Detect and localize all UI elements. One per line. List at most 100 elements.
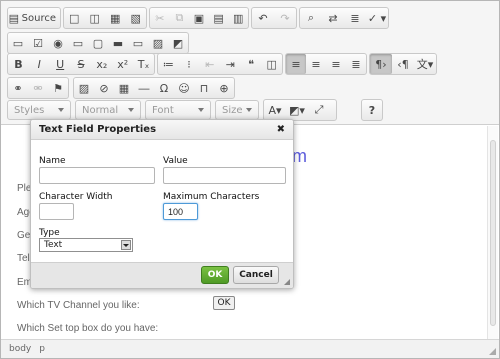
paste-word-icon[interactable]: ▥ (228, 8, 248, 28)
format-combo-label: Normal (82, 104, 119, 116)
hidden-field-icon[interactable]: ◩ (168, 33, 188, 53)
document-group: □ ◫ ▦ ▧ (63, 7, 147, 29)
unlink-icon[interactable]: ⚮ (28, 78, 48, 98)
checkbox-icon[interactable]: ☑ (28, 33, 48, 53)
copy-icon[interactable]: ⧉ (170, 8, 190, 28)
select-all-icon[interactable]: ≣ (344, 8, 366, 28)
remove-format-icon[interactable]: Tₓ (133, 54, 154, 74)
dialog-resize-icon[interactable] (284, 279, 290, 285)
help-button[interactable]: ? (362, 100, 382, 120)
ok-button[interactable]: OK (201, 266, 229, 284)
maximize-icon[interactable]: ⤢ (308, 100, 330, 120)
special-char-icon[interactable]: Ω (154, 78, 174, 98)
align-center-icon[interactable]: ≡ (306, 54, 326, 74)
blockquote-icon[interactable]: ❝ (241, 54, 262, 74)
underline-icon[interactable]: U (50, 54, 71, 74)
smiley-icon[interactable]: ☺ (174, 78, 194, 98)
ltr-icon[interactable]: ¶› (370, 54, 392, 74)
name-field[interactable] (39, 167, 155, 184)
chevron-down-icon (121, 240, 131, 250)
language-icon[interactable]: 文▾ (414, 54, 436, 74)
anchor-icon[interactable]: ⚑ (48, 78, 68, 98)
superscript-icon[interactable]: x² (112, 54, 133, 74)
bg-color-icon[interactable]: ◩▾ (286, 100, 308, 120)
link-icon[interactable]: ⚭ (8, 78, 28, 98)
text-field-icon[interactable]: ▭ (68, 33, 88, 53)
form-icon[interactable]: ▭ (8, 33, 28, 53)
chevron-down-icon (128, 108, 134, 112)
size-combo[interactable]: Size (215, 100, 259, 120)
cancel-button[interactable]: Cancel (233, 266, 279, 284)
type-label: Type (39, 228, 60, 238)
content-line: Ge (17, 230, 31, 241)
align-right-icon[interactable]: ≡ (326, 54, 346, 74)
indent-icon[interactable]: ⇥ (220, 54, 241, 74)
bold-icon[interactable]: B (8, 54, 29, 74)
bulleted-list-icon[interactable]: ⁝ (179, 54, 200, 74)
outdent-icon[interactable]: ⇤ (199, 54, 220, 74)
preview-icon[interactable]: ◫ (85, 8, 106, 28)
character-width-field[interactable] (39, 203, 74, 220)
clipboard-group: ✂ ⧉ ▣ ▤ ▥ (149, 7, 249, 29)
paragraph-group: ≔ ⁝ ⇤ ⇥ ❝ ◫ (157, 53, 283, 75)
iframe-icon[interactable]: ⊕ (214, 78, 234, 98)
content-line: Which TV Channel you like: (17, 300, 140, 311)
styles-combo[interactable]: Styles (7, 100, 71, 120)
maximum-characters-field[interactable] (163, 203, 198, 220)
close-icon[interactable]: ✖ (277, 124, 285, 135)
vertical-scrollbar[interactable] (487, 126, 498, 339)
strike-icon[interactable]: S (71, 54, 92, 74)
links-group: ⚭ ⚮ ⚑ (7, 77, 69, 99)
type-select-value: Text (44, 240, 63, 250)
path-p[interactable]: p (39, 344, 45, 354)
table-icon[interactable]: ▦ (114, 78, 134, 98)
justify-icon[interactable]: ≣ (346, 54, 366, 74)
numbered-list-icon[interactable]: ≔ (158, 54, 179, 74)
type-select[interactable]: Text (39, 238, 133, 252)
direction-group: ¶› ‹¶ 文▾ (369, 53, 437, 75)
flash-icon[interactable]: ⊘ (94, 78, 114, 98)
paste-text-icon[interactable]: ▤ (209, 8, 229, 28)
text-field-properties-dialog: Text Field Properties ✖ Name Value Chara… (30, 119, 294, 289)
resize-handle-icon[interactable] (489, 348, 496, 355)
radio-icon[interactable]: ◉ (48, 33, 68, 53)
dialog-footer: OK Cancel (31, 262, 293, 288)
cut-icon[interactable]: ✂ (150, 8, 170, 28)
select-icon[interactable]: ▬ (108, 33, 128, 53)
page-break-icon[interactable]: ⊓ (194, 78, 214, 98)
paste-icon[interactable]: ▣ (189, 8, 209, 28)
maximum-characters-label: Maximum Characters (163, 192, 260, 202)
image-button-icon[interactable]: ▨ (148, 33, 168, 53)
styles-combo-label: Styles (14, 104, 45, 116)
italic-icon[interactable]: I (29, 54, 50, 74)
new-page-icon[interactable]: □ (64, 8, 85, 28)
button-icon[interactable]: ▭ (128, 33, 148, 53)
form-ok-button[interactable]: OK (213, 296, 235, 310)
print-icon[interactable]: ▦ (105, 8, 126, 28)
value-field[interactable] (163, 167, 286, 184)
dialog-body: Name Value Character Width Maximum Chara… (31, 140, 293, 263)
scrollbar-thumb[interactable] (490, 140, 496, 326)
colors-group: A▾ ◩▾ ⤢ (263, 99, 337, 121)
about-group: ? (361, 99, 383, 121)
horizontal-rule-icon[interactable]: ― (134, 78, 154, 98)
path-body[interactable]: body (9, 344, 31, 354)
text-color-icon[interactable]: A▾ (264, 100, 286, 120)
spellcheck-icon[interactable]: ✓ ▾ (366, 8, 388, 28)
format-combo[interactable]: Normal (75, 100, 141, 120)
dialog-title-bar[interactable]: Text Field Properties ✖ (31, 120, 293, 140)
align-left-icon[interactable]: ≡ (286, 54, 306, 74)
rtl-icon[interactable]: ‹¶ (392, 54, 414, 74)
font-combo[interactable]: Font (145, 100, 211, 120)
image-icon[interactable]: ▨ (74, 78, 94, 98)
source-button[interactable]: Source (20, 13, 60, 24)
redo-icon[interactable]: ↷ (274, 8, 296, 28)
align-group: ≡ ≡ ≡ ≣ (285, 53, 367, 75)
replace-icon[interactable]: ⇄ (322, 8, 344, 28)
undo-icon[interactable]: ↶ (252, 8, 274, 28)
textarea-icon[interactable]: ▢ (88, 33, 108, 53)
div-icon[interactable]: ◫ (261, 54, 282, 74)
subscript-icon[interactable]: x₂ (91, 54, 112, 74)
find-icon[interactable]: ⌕ (300, 8, 322, 28)
templates-icon[interactable]: ▧ (126, 8, 147, 28)
